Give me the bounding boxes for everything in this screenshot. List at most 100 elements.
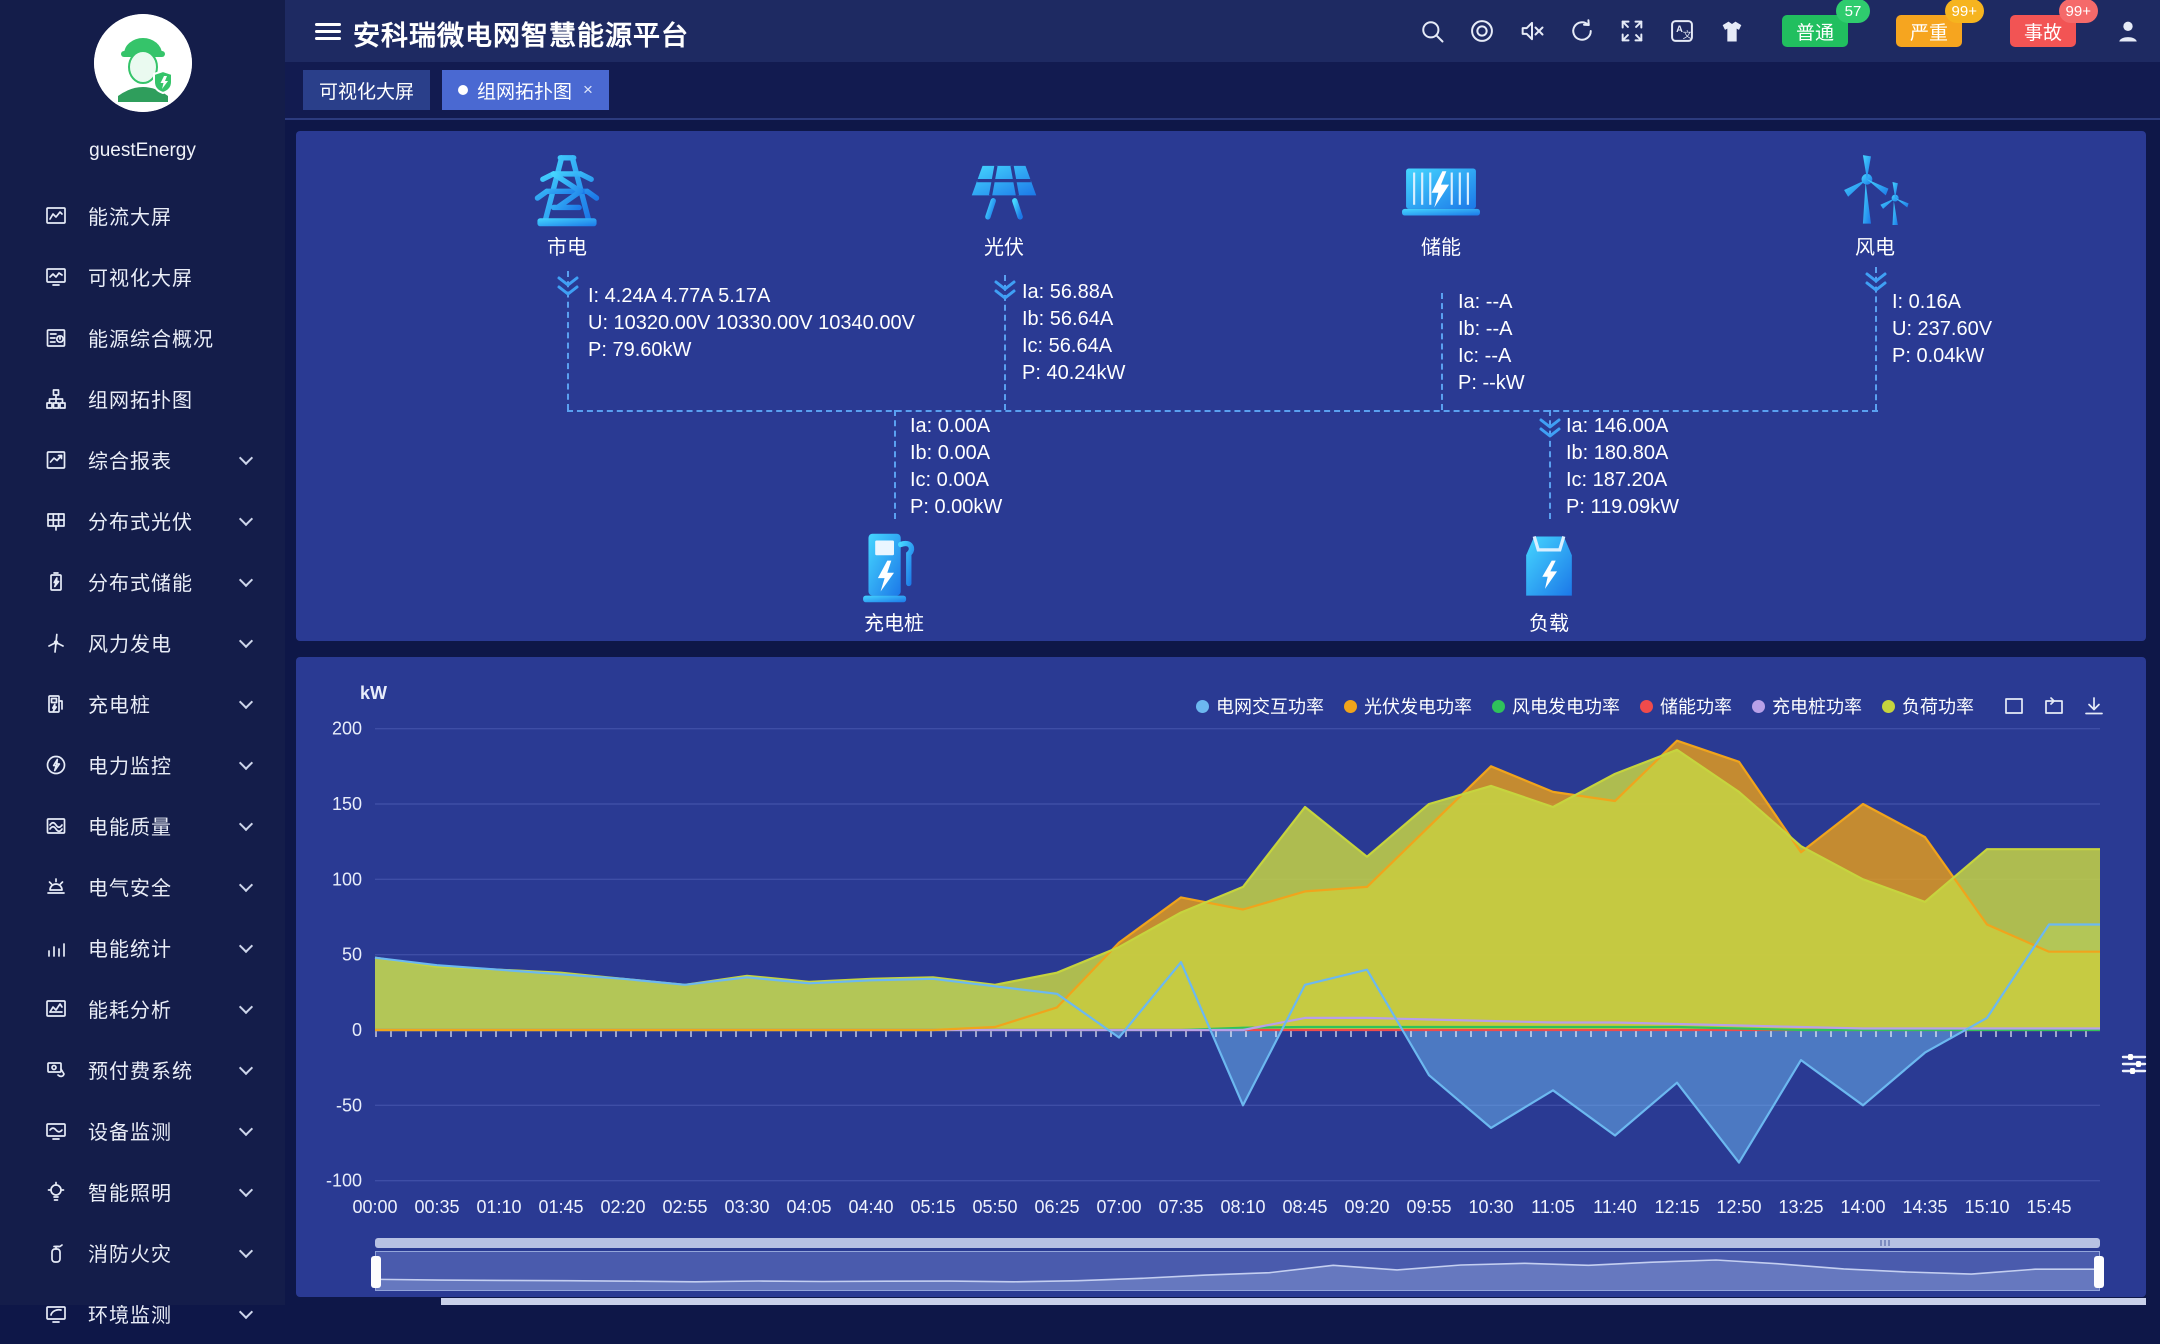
alarm-count-badge: 99+ [2059, 0, 2098, 23]
reading-line: P: --kW [1458, 370, 1525, 397]
chart-settings-sliders-icon[interactable] [2119, 1049, 2149, 1079]
translate-icon[interactable]: A文 [1668, 17, 1696, 45]
sidebar-item-label: 能耗分析 [88, 994, 172, 1023]
avatar[interactable] [94, 14, 192, 112]
tower-node-icon[interactable] [524, 147, 610, 233]
datazoom-slider[interactable] [375, 1251, 2100, 1291]
tab-0[interactable]: 可视化大屏 [303, 70, 430, 110]
sidebar-item-fire[interactable]: 消防火灾 [0, 1222, 285, 1283]
node-label-wind: 风电 [1795, 231, 1955, 260]
fire-icon [44, 1241, 68, 1265]
svg-text:07:00: 07:00 [1096, 1197, 1141, 1217]
reading-line: P: 0.00kW [910, 494, 1002, 521]
topology-bus-line [567, 410, 1878, 412]
alarm-button-2[interactable]: 事故99+ [2010, 15, 2076, 47]
svg-text:05:50: 05:50 [972, 1197, 1017, 1217]
alarm-button-0[interactable]: 普通57 [1782, 15, 1848, 47]
scrollbar-grip-icon[interactable] [1880, 1240, 1890, 1246]
chevron-down-icon [239, 633, 253, 647]
sidebar-item-electrical-safety[interactable]: 电气安全 [0, 856, 285, 917]
sidebar-item-topology[interactable]: 组网拓扑图 [0, 368, 285, 429]
alarm-count-badge: 57 [1836, 0, 1870, 23]
reading-line: U: 237.60V [1892, 316, 1992, 343]
fullscreen-icon[interactable] [1618, 17, 1646, 45]
chart-scrollbar[interactable] [375, 1238, 2100, 1248]
tab-label: 组网拓扑图 [477, 77, 572, 104]
charger-node-icon[interactable] [851, 523, 937, 609]
wind-node-icon[interactable] [1832, 147, 1918, 233]
tab-1[interactable]: 组网拓扑图 × [442, 70, 609, 110]
search-icon[interactable] [1418, 17, 1446, 45]
sidebar-item-environment[interactable]: 环境监测 [0, 1283, 285, 1344]
svg-text:09:20: 09:20 [1344, 1197, 1389, 1217]
mute-icon[interactable] [1518, 17, 1546, 45]
alarm-button-1[interactable]: 严重99+ [1896, 15, 1962, 47]
sidebar-item-power-stats[interactable]: 电能统计 [0, 917, 285, 978]
sidebar-item-energy-flow[interactable]: 能流大屏 [0, 185, 285, 246]
sidebar-item-label: 电气安全 [88, 872, 172, 901]
sidebar-item-label: 分布式光伏 [88, 506, 193, 535]
load-node-icon[interactable] [1506, 523, 1592, 609]
sidebar-item-storage-battery[interactable]: 分布式储能 [0, 551, 285, 612]
sidebar-item-label: 充电桩 [88, 689, 151, 718]
reading-line: Ib: --A [1458, 316, 1525, 343]
close-tab-icon[interactable]: × [583, 80, 593, 100]
svg-text:09:55: 09:55 [1406, 1197, 1451, 1217]
readings-grid: I: 4.24A 4.77A 5.17AU: 10320.00V 10330.0… [588, 283, 915, 364]
sidebar-item-energy-analysis[interactable]: 能耗分析 [0, 978, 285, 1039]
topology-link-charger [894, 410, 896, 519]
chevron-down-icon [239, 877, 253, 891]
node-label-load: 负载 [1469, 607, 1629, 636]
app-title: 安科瑞微电网智慧能源平台 [353, 14, 689, 53]
svg-text:04:05: 04:05 [786, 1197, 831, 1217]
chevron-down-icon [239, 694, 253, 708]
reading-line: Ia: 56.88A [1022, 279, 1125, 306]
alarm-count-badge: 99+ [1945, 0, 1984, 23]
sidebar-item-charging-pile[interactable]: 充电桩 [0, 673, 285, 734]
svg-text:12:15: 12:15 [1654, 1197, 1699, 1217]
theme-shirt-icon[interactable] [1718, 17, 1746, 45]
refresh-icon[interactable] [1568, 17, 1596, 45]
sidebar-item-power-quality[interactable]: 电能质量 [0, 795, 285, 856]
datazoom-right-handle[interactable] [2094, 1256, 2104, 1288]
chevron-down-icon [239, 572, 253, 586]
sidebar-item-power-monitor[interactable]: 电力监控 [0, 734, 285, 795]
collapse-menu-icon[interactable] [315, 19, 341, 43]
user-icon[interactable] [2114, 17, 2142, 45]
svg-text:08:10: 08:10 [1220, 1197, 1265, 1217]
sidebar-item-device-monitor[interactable]: 设备监测 [0, 1100, 285, 1161]
energy-analysis-icon [44, 997, 68, 1021]
lifebuoy-icon[interactable] [1468, 17, 1496, 45]
solar-node-icon[interactable] [961, 147, 1047, 233]
sidebar-item-visual-screen[interactable]: 可视化大屏 [0, 246, 285, 307]
wind-turbine-icon [44, 631, 68, 655]
container-node-icon[interactable] [1398, 147, 1484, 233]
sidebar-item-wind-turbine[interactable]: 风力发电 [0, 612, 285, 673]
worker-avatar-icon [94, 14, 192, 112]
svg-text:-50: -50 [336, 1095, 362, 1115]
reading-line: Ic: 0.00A [910, 467, 1002, 494]
topology-icon [44, 387, 68, 411]
node-label-charger: 充电桩 [814, 607, 974, 636]
node-label-storage: 储能 [1361, 231, 1521, 260]
sidebar-item-report[interactable]: 综合报表 [0, 429, 285, 490]
svg-text:15:45: 15:45 [2026, 1197, 2071, 1217]
sidebar-item-label: 预付费系统 [88, 1055, 193, 1084]
sidebar-item-lighting[interactable]: 智能照明 [0, 1161, 285, 1222]
datazoom-left-handle[interactable] [371, 1256, 381, 1288]
sidebar-item-label: 电能统计 [88, 933, 172, 962]
tabbar: 可视化大屏 组网拓扑图 × [285, 62, 2160, 118]
readings-wind: I: 0.16AU: 237.60VP: 0.04kW [1892, 289, 1992, 370]
sidebar-item-energy-overview[interactable]: 能源综合概况 [0, 307, 285, 368]
sidebar-item-pv-grid[interactable]: 分布式光伏 [0, 490, 285, 551]
readings-pv: Ia: 56.88AIb: 56.64AIc: 56.64AP: 40.24kW [1022, 279, 1125, 387]
sidebar-item-prepaid[interactable]: 预付费系统 [0, 1039, 285, 1100]
flow-arrow-icon [555, 275, 581, 297]
sidebar-item-label: 电能质量 [88, 811, 172, 840]
active-tab-dot-icon [458, 85, 468, 95]
reading-line: I: 0.16A [1892, 289, 1992, 316]
chevron-down-icon [239, 1243, 253, 1257]
sidebar-item-label: 综合报表 [88, 445, 172, 474]
storage-battery-icon [44, 570, 68, 594]
chevron-down-icon [239, 816, 253, 830]
